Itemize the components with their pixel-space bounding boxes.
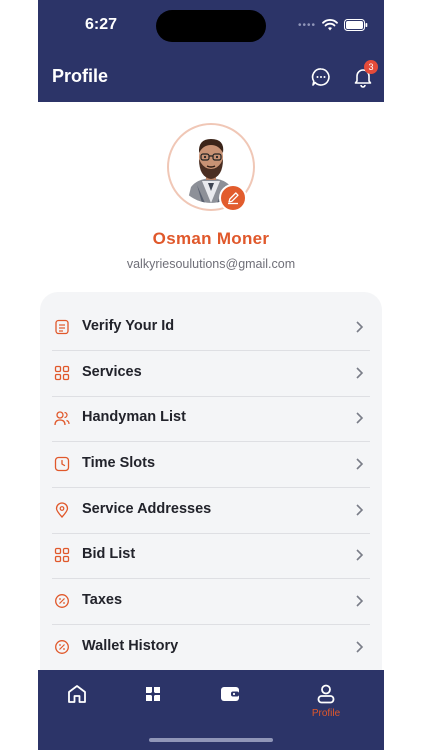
tax-badge-icon (55, 640, 69, 654)
menu-item-label: Verify Your Id (82, 318, 175, 334)
nav-item-wallet[interactable] (200, 678, 260, 728)
notifications-button[interactable]: 3 (352, 60, 378, 88)
edit-avatar-button[interactable] (219, 184, 247, 212)
app-screen: 6:27 •••• Profile 3 Osman Moner valkyrie… (38, 0, 384, 750)
menu-item-bid-list[interactable]: Bid List (52, 533, 370, 579)
pencil-icon (228, 192, 239, 205)
menu-item-taxes[interactable]: Taxes (52, 579, 370, 625)
nav-item-label: Profile (311, 708, 341, 719)
location-pin-icon (55, 502, 69, 518)
profile-name: Osman Moner (152, 229, 270, 248)
menu-item-label: Service Addresses (82, 501, 212, 517)
menu-item-service-addresses[interactable]: Service Addresses (52, 488, 370, 534)
grid-icon (54, 547, 70, 563)
profile-menu: Verify Your Id Services Handyman List Ti… (40, 292, 382, 692)
page-title: Profile (52, 66, 109, 86)
menu-item-handyman-list[interactable]: Handyman List (52, 396, 370, 442)
nav-item-profile[interactable]: Profile (296, 678, 356, 728)
chevron-right-icon (356, 641, 364, 653)
menu-item-wallet-history[interactable]: Wallet History (52, 625, 370, 670)
chevron-right-icon (356, 549, 364, 561)
app-header: 6:27 •••• Profile 3 (38, 0, 384, 102)
profile-icon (317, 684, 335, 704)
id-card-icon (55, 319, 69, 335)
wallet-icon (221, 687, 239, 701)
menu-item-label: Wallet History (82, 638, 179, 654)
battery-icon (344, 19, 368, 31)
menu-item-verify-id[interactable]: Verify Your Id (52, 305, 370, 351)
nav-item-home[interactable] (47, 678, 107, 728)
status-icons: •••• (298, 16, 368, 34)
menu-item-services[interactable]: Services (52, 351, 370, 397)
dynamic-island (156, 10, 266, 42)
menu-item-label: Handyman List (82, 409, 186, 425)
users-icon (54, 411, 70, 426)
menu-item-label: Services (82, 364, 142, 380)
chevron-right-icon (356, 595, 364, 607)
menu-item-label: Taxes (82, 592, 123, 608)
chevron-right-icon (356, 412, 364, 424)
signal-icon: •••• (297, 19, 316, 31)
home-icon (68, 685, 86, 703)
notification-badge: 3 (364, 60, 378, 74)
profile-email: valkyriesoulutions@gmail.com (126, 257, 296, 271)
menu-item-label: Time Slots (82, 455, 156, 471)
menu-item-label: Bid List (82, 546, 136, 562)
menu-item-time-slots[interactable]: Time Slots (52, 442, 370, 488)
chevron-right-icon (356, 504, 364, 516)
clock-icon (54, 456, 70, 472)
chat-button[interactable] (310, 66, 332, 88)
chevron-right-icon (356, 367, 364, 379)
services-icon (146, 687, 160, 701)
chevron-right-icon (356, 321, 364, 333)
tax-badge-icon (55, 594, 69, 608)
status-time: 6:27 (85, 16, 118, 33)
home-indicator[interactable] (149, 738, 273, 742)
chat-bubble-icon (311, 68, 330, 86)
wifi-icon (322, 19, 338, 31)
nav-item-services[interactable] (123, 678, 183, 728)
chevron-right-icon (356, 458, 364, 470)
grid-icon (54, 365, 70, 381)
